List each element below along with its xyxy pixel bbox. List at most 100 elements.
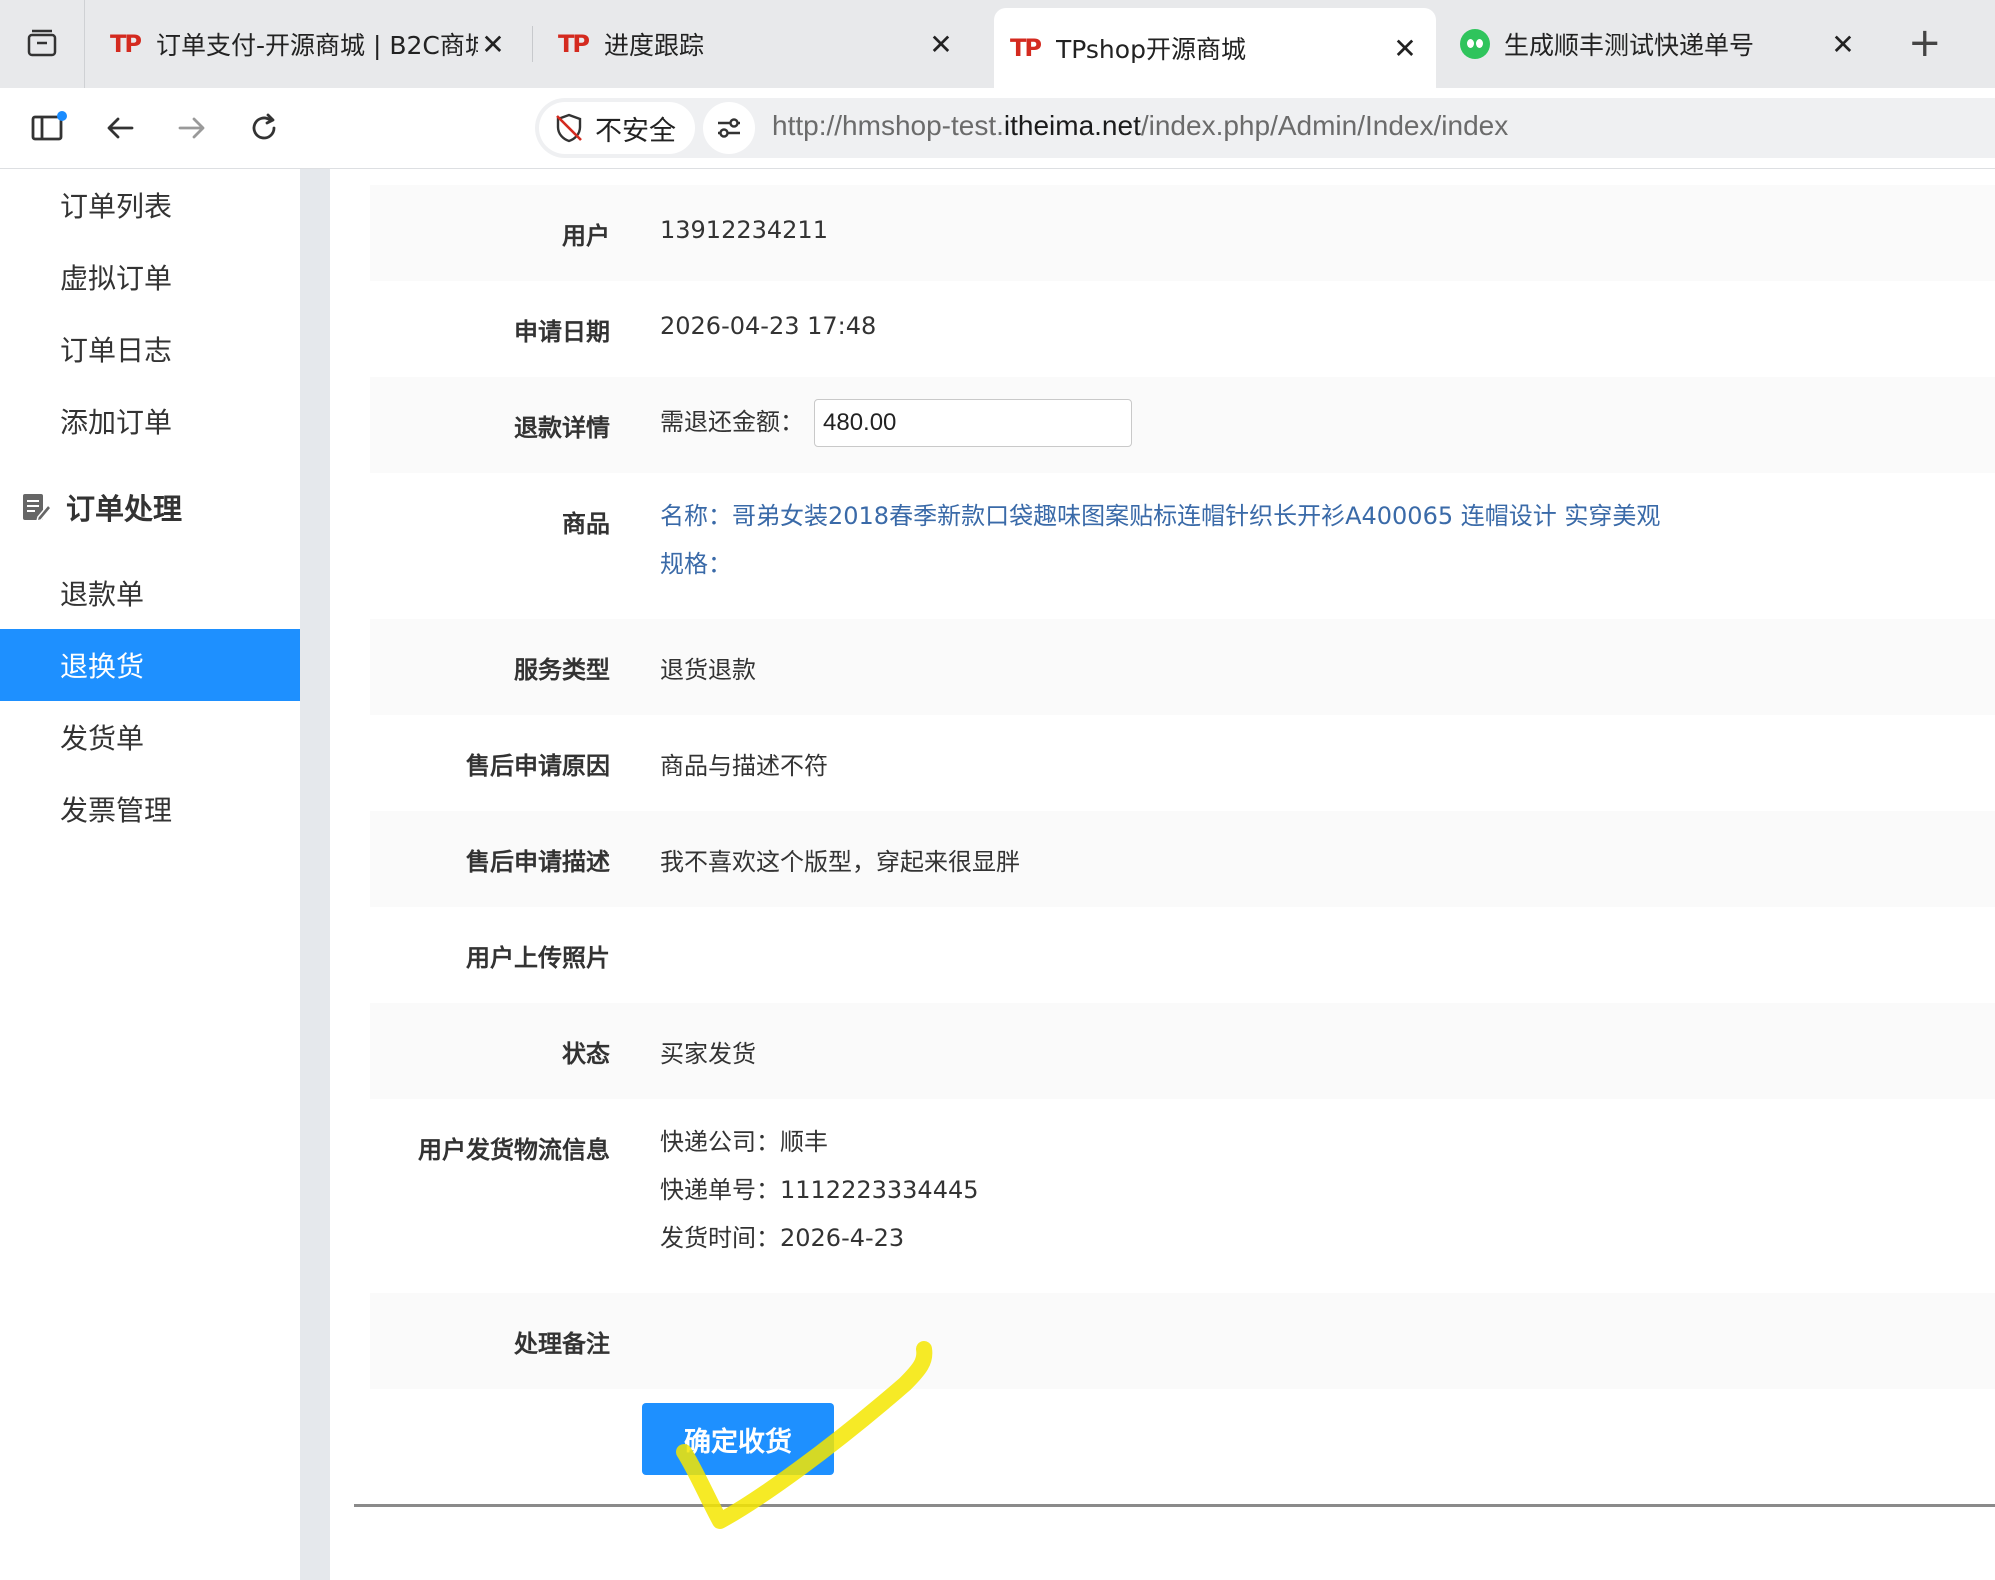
- detail-row-status: 状态 买家发货: [370, 1003, 1995, 1099]
- field-label: 用户发货物流信息: [418, 1136, 610, 1164]
- back-button[interactable]: [98, 106, 142, 150]
- tab-sf-express[interactable]: 生成顺丰测试快递单号 ✕: [1444, 8, 1874, 80]
- sidebar-item-label: 退换货: [60, 650, 145, 683]
- service-type-value: 退货退款: [660, 656, 756, 684]
- tab-actions-button[interactable]: [0, 0, 85, 88]
- security-label: 不安全: [595, 115, 676, 147]
- sidebar-item-add-order[interactable]: 添加订单: [0, 385, 300, 457]
- description-value: 我不喜欢这个版型，穿起来很显胖: [660, 848, 1020, 876]
- detail-row-reason: 售后申请原因 商品与描述不符: [370, 715, 1995, 811]
- detail-row-goods: 商品 名称：哥弟女装2018春季新款口袋趣味图案贴标连帽针织长开衫A400065…: [370, 473, 1995, 589]
- divider-line: [354, 1504, 1995, 1507]
- return-detail-panel: 用户 13912234211 申请日期 2026-04-23 17:48 退款详…: [330, 169, 1995, 1580]
- logistics-number: 快递单号：1112223334445: [660, 1176, 979, 1204]
- status-value: 买家发货: [660, 1040, 756, 1068]
- sidebar-item-return-exchange[interactable]: 退换货: [0, 629, 300, 701]
- settings-sliders-icon: [718, 118, 740, 138]
- field-label: 退款详情: [514, 414, 610, 442]
- close-icon[interactable]: ✕: [478, 28, 508, 61]
- detail-row-logistics: 用户发货物流信息 快递公司：顺丰 快递单号：1112223334445 发货时间…: [370, 1099, 1995, 1263]
- tp-logo-icon: TP: [558, 30, 590, 58]
- tab-collection-icon: [27, 29, 57, 57]
- field-label: 售后申请原因: [466, 752, 610, 780]
- tab-separator: [532, 26, 533, 62]
- arrow-left-icon: [107, 117, 134, 139]
- sidebar-item-refund-list[interactable]: 退款单: [0, 557, 300, 629]
- tab-title: 生成顺丰测试快递单号: [1504, 31, 1755, 60]
- sidebar-item-label: 退款单: [60, 578, 145, 611]
- refund-amount-input[interactable]: 480.00: [814, 399, 1132, 447]
- refund-amount-label: 需退还金额：: [660, 408, 804, 436]
- sidebar-item-label: 添加订单: [60, 406, 173, 439]
- url-text: http://hmshop-test.itheima.net/index.php…: [772, 110, 1508, 142]
- field-label: 状态: [562, 1040, 610, 1068]
- field-label: 服务类型: [514, 656, 610, 684]
- detail-row-apply-date: 申请日期 2026-04-23 17:48: [370, 281, 1995, 377]
- url-domain: itheima.net: [1003, 110, 1141, 141]
- detail-row-refund: 退款详情 需退还金额： 480.00: [370, 377, 1995, 473]
- refund-detail-value: 需退还金额： 480.00: [660, 399, 1132, 447]
- goods-spec-text: 规格：: [660, 550, 732, 578]
- url-prefix: http://hmshop-test.: [772, 110, 1004, 141]
- sidebar-item-delivery-list[interactable]: 发货单: [0, 701, 300, 773]
- sidebar-divider: [300, 169, 330, 1580]
- confirm-receipt-button[interactable]: 确定收货: [642, 1403, 834, 1475]
- close-icon[interactable]: ✕: [1390, 32, 1420, 65]
- tp-logo-icon: TP: [1010, 34, 1042, 62]
- detail-row-service-type: 服务类型 退货退款: [370, 619, 1995, 715]
- forward-button[interactable]: [170, 106, 214, 150]
- detail-row-note: 处理备注: [370, 1293, 1995, 1389]
- browser-toolbar: 不安全 http://hmshop-test.itheima.net/index…: [0, 88, 1995, 169]
- sidebar-group-order-processing[interactable]: 订单处理: [0, 471, 300, 543]
- close-icon[interactable]: ✕: [926, 28, 956, 61]
- reload-icon: [252, 113, 276, 140]
- sidebar-toggle-button[interactable]: [26, 106, 70, 150]
- new-tab-plus-icon[interactable]: +: [1908, 20, 1942, 66]
- arrow-right-icon: [178, 117, 205, 139]
- reason-value: 商品与描述不符: [660, 752, 828, 780]
- user-phone-value: 13912234211: [660, 216, 828, 244]
- logistics-info: 快递公司：顺丰 快递单号：1112223334445 发货时间：2026-4-2…: [660, 1118, 979, 1262]
- tab-title: TPshop开源商城: [1056, 35, 1246, 64]
- sidebar-item-order-list[interactable]: 订单列表: [0, 169, 300, 241]
- field-label: 商品: [562, 510, 610, 538]
- field-label: 处理备注: [514, 1330, 610, 1358]
- tab-progress-tracking[interactable]: TP 进度跟踪 ✕: [542, 8, 972, 80]
- tab-title: 进度跟踪: [604, 31, 705, 60]
- tab-title: 订单支付-开源商城 | B2C商城 |: [156, 31, 478, 60]
- reload-button[interactable]: [242, 106, 286, 150]
- detail-row-description: 售后申请描述 我不喜欢这个版型，穿起来很显胖: [370, 811, 1995, 907]
- sidebar-item-invoice-management[interactable]: 发票管理: [0, 773, 300, 845]
- security-indicator[interactable]: 不安全: [539, 102, 695, 154]
- admin-sidebar: 订单列表 虚拟订单 订单日志 添加订单 订单处理 退款单 退换货 发货单 发票管…: [0, 169, 300, 1580]
- address-bar[interactable]: 不安全 http://hmshop-test.itheima.net/index…: [535, 98, 1995, 158]
- sidebar-item-label: 订单列表: [60, 190, 173, 223]
- panda-logo-icon: [1460, 29, 1490, 59]
- url-path: /index.php/Admin/Index/index: [1140, 110, 1509, 141]
- field-label: 申请日期: [514, 318, 610, 346]
- tab-order-payment[interactable]: TP 订单支付-开源商城 | B2C商城 | ✕: [94, 8, 524, 80]
- logistics-ship-time: 发货时间：2026-4-23: [660, 1224, 905, 1252]
- detail-row-user: 用户 13912234211: [370, 185, 1995, 281]
- sidebar-item-label: 发货单: [60, 722, 145, 755]
- detail-row-photos: 用户上传照片: [370, 907, 1995, 1003]
- apply-date-value: 2026-04-23 17:48: [660, 312, 877, 340]
- sidebar-item-label: 订单日志: [60, 334, 173, 367]
- field-label: 售后申请描述: [466, 848, 610, 876]
- tp-logo-icon: TP: [110, 30, 142, 58]
- goods-name-link[interactable]: 名称：哥弟女装2018春季新款口袋趣味图案贴标连帽针织长开衫A400065 连帽…: [660, 492, 1660, 540]
- sidebar-item-virtual-orders[interactable]: 虚拟订单: [0, 241, 300, 313]
- field-label: 用户上传照片: [466, 944, 610, 972]
- site-settings-button[interactable]: [703, 102, 755, 154]
- sidebar-item-label: 发票管理: [60, 794, 173, 827]
- sidebar-item-label: 虚拟订单: [60, 262, 173, 295]
- goods-info[interactable]: 名称：哥弟女装2018春季新款口袋趣味图案贴标连帽针织长开衫A400065 连帽…: [660, 492, 1660, 588]
- tab-tpshop[interactable]: TP TPshop开源商城 ✕: [994, 8, 1436, 88]
- field-label: 用户: [562, 222, 610, 250]
- logistics-company: 快递公司：顺丰: [660, 1128, 828, 1156]
- sidebar-item-order-log[interactable]: 订单日志: [0, 313, 300, 385]
- sidebar-panel-icon: [31, 111, 67, 141]
- close-icon[interactable]: ✕: [1828, 28, 1858, 61]
- edit-document-icon: [23, 494, 52, 523]
- sidebar-group-label: 订单处理: [66, 492, 183, 526]
